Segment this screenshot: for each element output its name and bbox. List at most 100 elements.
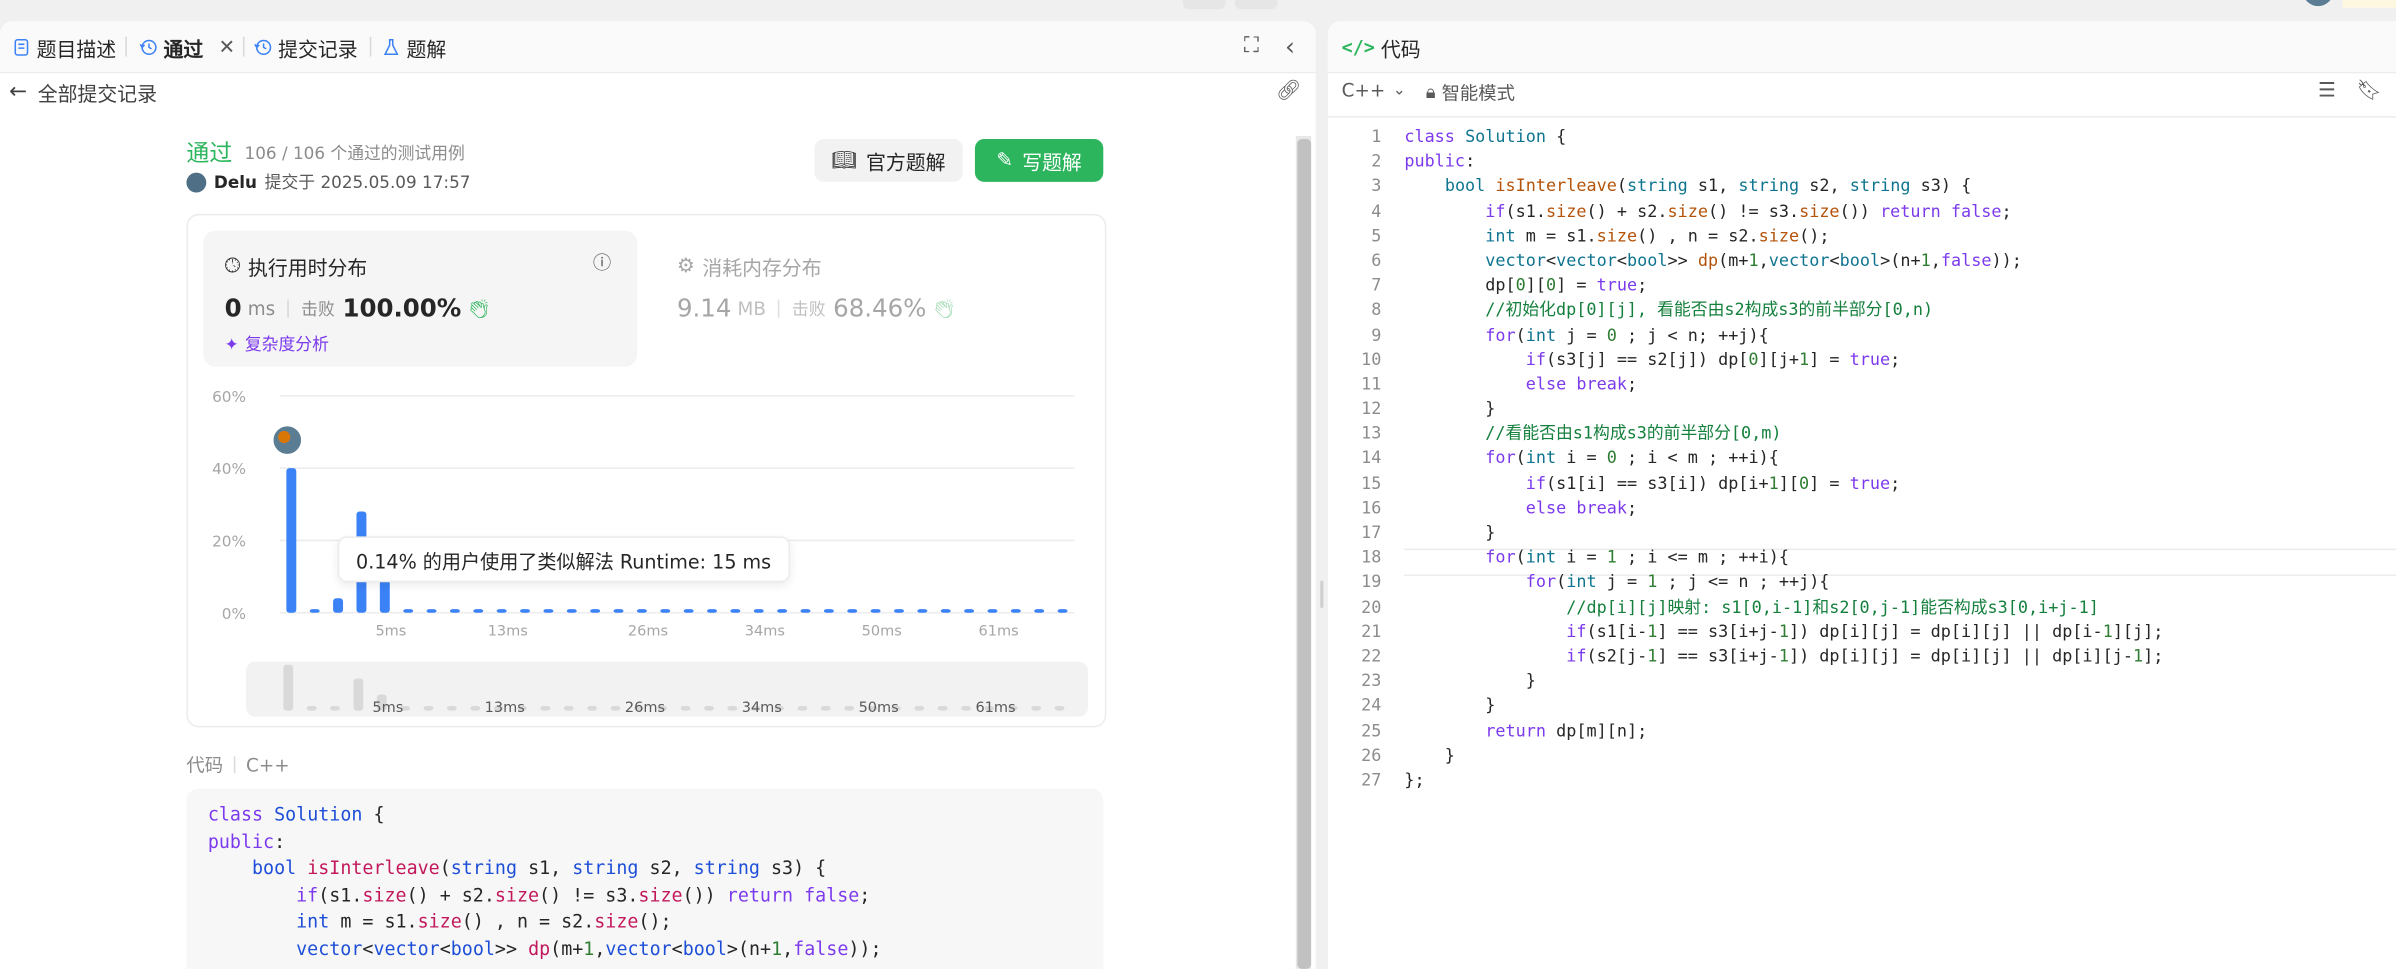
line-number: 24 — [1361, 695, 1382, 716]
code-text: int m = s1.size() , n = s2.size(); — [1485, 225, 1830, 246]
code-line[interactable]: 16 else break; — [1328, 496, 2396, 521]
smart-mode-toggle[interactable]: 🔒︎ 智能模式 — [1426, 79, 1515, 105]
code-line[interactable]: 23 } — [1328, 669, 2396, 694]
history-icon — [139, 39, 157, 56]
code-text: if(s2[j-1] == s3[i+j-1]) dp[i][j] = dp[i… — [1566, 646, 2164, 667]
code-line[interactable]: 25 return dp[m][n]; — [1328, 719, 2396, 744]
code-line[interactable]: 3 bool isInterleave(string s1, string s2… — [1328, 175, 2396, 200]
code-text: } — [1404, 398, 1496, 419]
code-line[interactable]: 19 for(int j = 1 ; j <= n ; ++j){ — [1328, 571, 2396, 596]
tab-submissions[interactable]: 提交记录 — [254, 34, 358, 62]
code-line[interactable]: 11 else break; — [1328, 373, 2396, 398]
complexity-analysis-link[interactable]: ✦ 复杂度分析 — [225, 332, 329, 356]
code-line[interactable]: 27}; — [1328, 768, 2396, 793]
maximize-icon[interactable]: ⛶ — [1244, 34, 1259, 58]
official-solution-button[interactable]: 📖︎ 官方题解 — [814, 139, 963, 182]
collapse-icon[interactable]: ‹ — [1285, 32, 1295, 61]
runtime-value: 0 — [224, 293, 242, 323]
link-icon[interactable]: 🔗︎ — [1276, 79, 1301, 102]
code-line[interactable]: 14 for(int i = 0 ; i < m ; ++i){ — [1328, 447, 2396, 472]
chart-bar — [917, 609, 928, 613]
code-line[interactable]: 2 public: — [1328, 150, 2396, 175]
write-solution-button[interactable]: ✎ 写题解 — [974, 139, 1104, 182]
chart-bar — [613, 609, 624, 613]
top-strip — [0, 0, 2396, 22]
runtime-value-row: 0 ms 击败 100.00% 👏︎ — [225, 293, 491, 322]
code-editor[interactable]: 1 class Solution {2 public: 3 bool isInterl… — [1328, 125, 2396, 793]
brush-bar — [610, 705, 621, 711]
code-line[interactable]: 5 int m = s1.size() , n = s2.size(); — [1328, 224, 2396, 249]
code-line[interactable]: 20 //dp[i][j]映射: s1[0,i-1]和s2[0,j-1]能否构成… — [1328, 595, 2396, 620]
code-line[interactable]: 1 class Solution { — [1328, 125, 2396, 150]
tab-divider — [242, 36, 245, 57]
back-to-submissions[interactable]: ← 全部提交记录 — [9, 79, 157, 106]
code-line: class Solution { — [207, 803, 385, 826]
code-line[interactable]: 6 vector<vector<bool>> dp(m+1,vector<boo… — [1328, 249, 2396, 274]
top-button[interactable] — [1182, 0, 1226, 10]
panel-resize-handle[interactable] — [1320, 580, 1324, 609]
status-line: 通过 106 / 106 个通过的测试用例 — [186, 136, 464, 168]
line-number: 3 — [1371, 176, 1382, 197]
code-line[interactable]: 15 if(s1[i] == s3[i]) dp[i+1][0] = true; — [1328, 472, 2396, 497]
brush-bar — [1054, 705, 1065, 711]
language-select[interactable]: C++ ⌄ — [1342, 79, 1406, 100]
premium-badge[interactable] — [2342, 0, 2396, 8]
tab-accepted[interactable]: 通过 ✕ — [139, 34, 235, 62]
code-line[interactable]: 17 } — [1328, 521, 2396, 546]
book-icon: 📖︎ — [831, 148, 857, 172]
code-line[interactable]: 10 if(s3[j] == s2[j]) dp[0][j+1] = true; — [1328, 348, 2396, 373]
chart-bar — [426, 609, 437, 613]
brush-bar — [937, 705, 948, 711]
scrollbar-thumb[interactable] — [1297, 139, 1312, 969]
tab-code[interactable]: </> 代码 — [1342, 34, 1421, 62]
tab-description[interactable]: 题目描述 — [12, 34, 116, 62]
top-button[interactable] — [1234, 0, 1278, 10]
brush-bar — [446, 705, 457, 711]
code-line[interactable]: 24 } — [1328, 694, 2396, 719]
submitted-code-block[interactable]: class Solution {public: bool isInterleav… — [186, 788, 1104, 969]
code-text: else break; — [1525, 497, 1638, 518]
code-text: if(s1[i-1] == s3[i+j-1]) dp[i][j] = dp[i… — [1566, 621, 2164, 642]
code-text: if(s1[i] == s3[i]) dp[i+1][0] = true; — [1525, 473, 1901, 494]
code-line[interactable]: 4 if(s1.size() + s2.size() != s3.size())… — [1328, 200, 2396, 225]
document-icon — [14, 38, 29, 56]
chart-bar — [473, 609, 484, 613]
history-icon — [254, 39, 272, 56]
code-line[interactable]: 13 //看能否由s1构成s3的前半部分[0,m) — [1328, 422, 2396, 447]
tab-label: 题解 — [406, 38, 447, 62]
clap-icon: 👏︎ — [932, 297, 956, 319]
code-line[interactable]: 26 } — [1328, 744, 2396, 769]
tab-solutions[interactable]: 题解 — [382, 34, 446, 62]
close-icon[interactable]: ✕ — [219, 36, 236, 59]
chart-tooltip: 0.14% 的用户使用了类似解法 Runtime: 15 ms — [337, 536, 790, 583]
bookmark-icon[interactable]: 🔖︎ — [2356, 79, 2381, 102]
code-line[interactable]: 21 if(s1[i-1] == s3[i+j-1]) dp[i][j] = d… — [1328, 620, 2396, 645]
username[interactable]: Delu — [214, 172, 257, 192]
y-tick-label: 20% — [212, 533, 246, 551]
avatar[interactable] — [186, 171, 207, 192]
runtime-beats: 100.00% — [342, 293, 462, 323]
runtime-box[interactable]: 🕓︎ 执行用时分布 ⓘ 0 ms 击败 100.00% 👏︎ ✦ 复杂度分析 — [203, 230, 638, 367]
chart-bar — [847, 609, 858, 613]
line-number: 7 — [1371, 275, 1382, 296]
line-number: 20 — [1361, 596, 1382, 617]
brush-tick-label: 5ms — [372, 700, 403, 716]
memory-title-row[interactable]: ⚙︎ 消耗内存分布 — [677, 252, 822, 281]
format-icon[interactable]: ☰ — [2318, 79, 2336, 102]
brush-bar — [563, 705, 574, 711]
memory-beats: 68.46% — [833, 293, 927, 323]
code-line[interactable]: 8 //初始化dp[0][j], 看能否由s2构成s3的前半部分[0,n) — [1328, 298, 2396, 323]
code-line[interactable]: 18 for(int i = 1 ; i <= m ; ++i){ — [1328, 546, 2396, 571]
user-avatar[interactable] — [2302, 0, 2334, 7]
arrow-left-icon: ← — [9, 79, 28, 104]
edit-icon: ✎ — [996, 148, 1014, 172]
tab-divider — [125, 36, 127, 57]
code-line[interactable]: 22 if(s2[j-1] == s3[i+j-1]) dp[i][j] = d… — [1328, 645, 2396, 670]
x-tick-label: 26ms — [628, 624, 668, 640]
info-icon[interactable]: ⓘ — [593, 249, 611, 275]
code-text: vector<vector<bool>> dp(m+1,vector<bool>… — [1485, 250, 2022, 271]
code-line[interactable]: 12 } — [1328, 397, 2396, 422]
code-line[interactable]: 9 for(int j = 0 ; j < n; ++j){ — [1328, 323, 2396, 348]
code-line[interactable]: 7 dp[0][0] = true; — [1328, 274, 2396, 299]
divider — [233, 756, 236, 774]
